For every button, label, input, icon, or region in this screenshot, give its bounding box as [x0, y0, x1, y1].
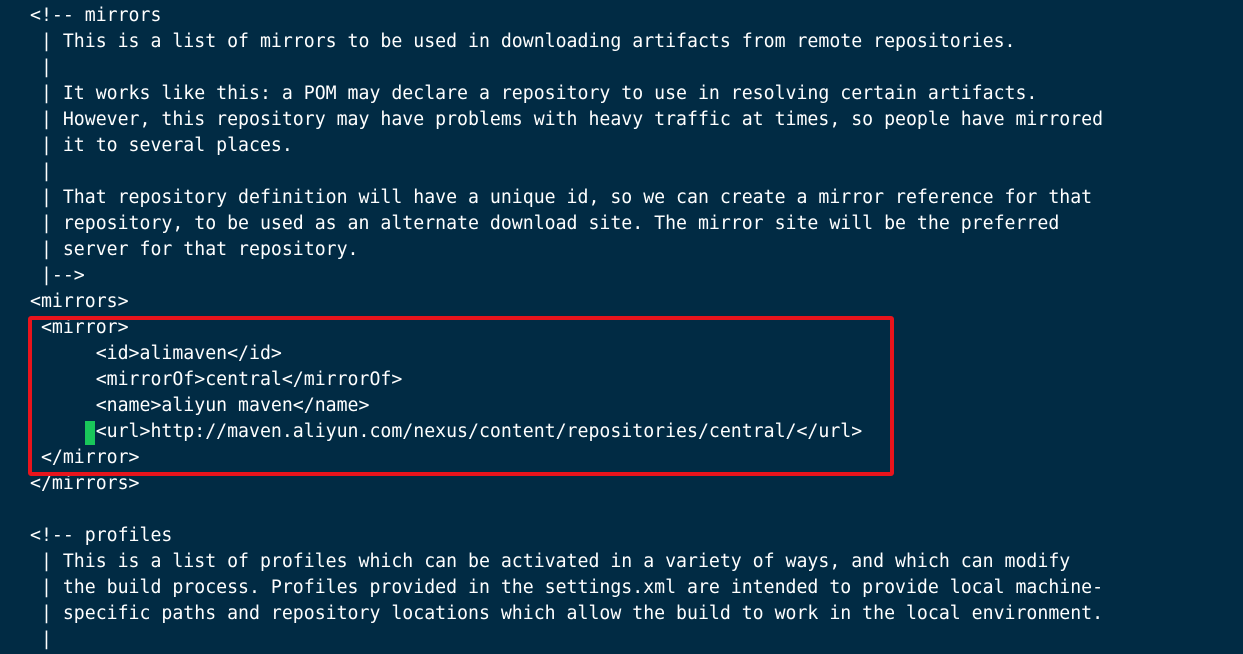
- comment-line: |-->: [30, 265, 85, 286]
- comment-line: |: [30, 629, 52, 650]
- comment-line: | This is a list of mirrors to be used i…: [30, 31, 1016, 52]
- comment-line: <!-- profiles: [30, 525, 173, 546]
- comment-line: <!-- mirrors: [30, 5, 162, 26]
- terminal-window[interactable]: <!-- mirrors | This is a list of mirrors…: [0, 0, 1243, 654]
- highlight-box: [28, 316, 894, 476]
- comment-line: | However, this repository may have prob…: [30, 109, 1104, 130]
- comment-line: | server for that repository.: [30, 239, 359, 260]
- comment-line: | This is a list of profiles which can b…: [30, 551, 1071, 572]
- comment-line: | That repository definition will have a…: [30, 187, 1093, 208]
- comment-line: | it to several places.: [30, 135, 293, 156]
- comment-line: | specific paths and repository location…: [30, 603, 1104, 624]
- comment-line: | repository, to be used as an alternate…: [30, 213, 1060, 234]
- comment-line: | the build process. Profiles provided i…: [30, 577, 1104, 598]
- comment-line: |: [30, 57, 52, 78]
- comment-line: | It works like this: a POM may declare …: [30, 83, 1038, 104]
- comment-line: |: [30, 161, 52, 182]
- xml-tag-line: <mirrors>: [30, 291, 129, 312]
